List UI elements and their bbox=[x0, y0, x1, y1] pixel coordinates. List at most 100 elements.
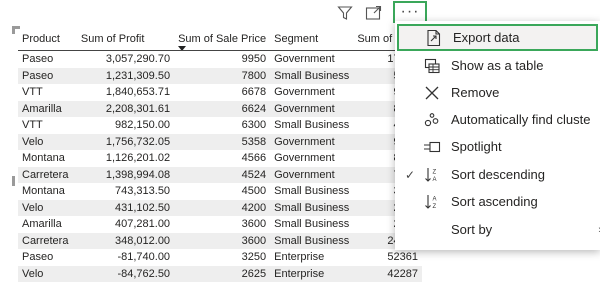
table-row[interactable]: Amarilla2,208,301.616624Government8457 bbox=[18, 100, 422, 117]
cell-product: VTT bbox=[22, 86, 43, 99]
table-row[interactable]: Velo1,756,732.055358Government9263 bbox=[18, 133, 422, 150]
cell-product: Velo bbox=[18, 133, 77, 150]
cell-sum-of-sale-price: 2625 bbox=[174, 265, 271, 282]
cell-sum-of-sale-price: 4524 bbox=[174, 166, 271, 183]
menu-item-sort-by[interactable]: Sort by › bbox=[395, 216, 600, 243]
cell-product: Carretera bbox=[18, 232, 77, 249]
filter-icon[interactable] bbox=[334, 2, 356, 24]
sort-descending-icon: ZA bbox=[423, 166, 441, 184]
menu-item-spotlight[interactable]: Spotlight bbox=[395, 133, 600, 160]
cell-sum-of-profit: 407,281.00 bbox=[115, 218, 171, 231]
table-row[interactable]: Paseo1,231,309.507800Small Business5236 bbox=[18, 67, 422, 84]
table-row[interactable]: Paseo3,057,290.709950Government17721 bbox=[18, 51, 422, 68]
visual-resize-handle[interactable] bbox=[12, 176, 15, 186]
cell-product: Amarilla bbox=[22, 218, 62, 231]
cell-product: Amarilla bbox=[18, 100, 77, 117]
focus-mode-icon[interactable] bbox=[363, 2, 385, 24]
column-header-sum-of-profit[interactable]: Sum of Profit bbox=[76, 28, 175, 51]
menu-item-sort-ascending[interactable]: AZ Sort ascending bbox=[395, 188, 600, 215]
table-row[interactable]: Montana743,313.504500Small Business3020 bbox=[18, 183, 422, 200]
table-row[interactable]: VTT982,150.006300Small Business4228 bbox=[18, 117, 422, 134]
table-row[interactable]: Velo431,102.504200Small Business2818 bbox=[18, 199, 422, 216]
cell-sum-of-ye: 52361 bbox=[387, 251, 418, 264]
cell-segment: Government bbox=[274, 86, 335, 99]
cell-sum-of-profit: 1,126,201.02 bbox=[105, 152, 171, 165]
cell-segment: Government bbox=[274, 53, 335, 66]
svg-text:A: A bbox=[433, 196, 437, 202]
table-row[interactable]: Carretera348,012.003600Small Business241… bbox=[18, 232, 422, 249]
cell-sum-of-profit: 348,012.00 bbox=[76, 232, 175, 249]
menu-item-label: Sort descending bbox=[451, 167, 545, 182]
cell-sum-of-sale-price: 9950 bbox=[241, 53, 267, 66]
table-row[interactable]: Carretera1,398,994.084524Government7249 bbox=[18, 166, 422, 183]
table-row[interactable]: Montana1,126,201.024566Government8457 bbox=[18, 150, 422, 167]
table-row[interactable]: Paseo -81,740.00 3250 Enterprise 52361 bbox=[18, 249, 422, 266]
cell-segment: Government bbox=[270, 133, 354, 150]
cell-sum-of-sale-price: 3600 bbox=[241, 218, 267, 231]
cell-segment: Small Business bbox=[274, 218, 350, 231]
table-container: Product Sum of Profit Sum of Sale Price … bbox=[18, 28, 422, 282]
menu-item-remove[interactable]: Remove bbox=[395, 79, 600, 106]
cell-sum-of-profit: -81,740.00 bbox=[117, 251, 171, 264]
cell-product: Paseo bbox=[22, 251, 54, 264]
cell-sum-of-profit: 982,150.00 bbox=[115, 119, 171, 132]
cell-sum-of-ye: 42287 bbox=[353, 265, 422, 282]
column-header-sum-of-sale-price[interactable]: Sum of Sale Price bbox=[174, 28, 271, 51]
more-options-label: ··· bbox=[400, 3, 420, 20]
menu-item-label: Remove bbox=[451, 85, 500, 100]
cell-segment: Small Business bbox=[270, 67, 354, 84]
cell-sum-of-sale-price: 4566 bbox=[241, 152, 267, 165]
menu-item-label: Spotlight bbox=[451, 139, 502, 154]
cell-sum-of-sale-price: 5358 bbox=[174, 133, 271, 150]
menu-item-show-as-table[interactable]: Show as a table bbox=[395, 52, 600, 79]
cell-product: Paseo bbox=[18, 67, 77, 84]
cell-segment: Small Business bbox=[274, 185, 350, 198]
svg-text:A: A bbox=[433, 177, 437, 183]
table-row[interactable]: VTT1,840,653.716678Government9263 bbox=[18, 84, 422, 101]
column-header-product[interactable]: Product bbox=[18, 28, 77, 51]
cell-sum-of-profit: 1,840,653.71 bbox=[105, 86, 171, 99]
cell-sum-of-sale-price: 3600 bbox=[174, 232, 271, 249]
table-view-icon bbox=[423, 57, 441, 75]
cell-sum-of-sale-price: 6678 bbox=[241, 86, 267, 99]
menu-item-label: Automatically find cluste bbox=[451, 112, 591, 127]
cell-sum-of-profit: -84,762.50 bbox=[76, 265, 175, 282]
cell-sum-of-profit: 431,102.50 bbox=[76, 199, 175, 216]
table-body: Paseo3,057,290.709950Government17721Pase… bbox=[18, 51, 422, 282]
menu-item-find-clusters[interactable]: Automatically find cluste bbox=[395, 106, 600, 133]
cell-sum-of-profit: 3,057,290.70 bbox=[105, 53, 171, 66]
cell-segment: Government bbox=[270, 100, 354, 117]
cell-product: Carretera bbox=[18, 166, 77, 183]
cell-sum-of-sale-price: 6624 bbox=[174, 100, 271, 117]
table-row[interactable]: Amarilla407,281.003600Small Business2416 bbox=[18, 216, 422, 233]
data-table: Product Sum of Profit Sum of Sale Price … bbox=[18, 28, 422, 282]
close-icon bbox=[423, 84, 441, 102]
cell-sum-of-sale-price: 3250 bbox=[241, 251, 267, 264]
cell-product: VTT bbox=[22, 119, 43, 132]
cell-segment: Enterprise bbox=[274, 251, 325, 264]
cell-sum-of-sale-price: 6300 bbox=[241, 119, 267, 132]
cell-segment: Small Business bbox=[270, 232, 354, 249]
more-options-menu: Export data Show as a table Remove Autom… bbox=[395, 21, 600, 250]
menu-item-sort-descending[interactable]: ✓ ZA Sort descending bbox=[395, 161, 600, 188]
more-options-button[interactable]: ··· bbox=[393, 1, 427, 23]
export-icon bbox=[425, 29, 443, 47]
clusters-icon bbox=[423, 111, 441, 129]
cell-sum-of-profit: 2,208,301.61 bbox=[76, 100, 175, 117]
cell-segment: Government bbox=[274, 152, 335, 165]
cell-product: Velo bbox=[18, 265, 77, 282]
cell-sum-of-profit: 1,398,994.08 bbox=[76, 166, 175, 183]
cell-segment: Government bbox=[270, 166, 354, 183]
column-header-segment[interactable]: Segment bbox=[270, 28, 354, 51]
cell-segment: Small Business bbox=[270, 199, 354, 216]
menu-item-label: Sort ascending bbox=[451, 194, 538, 209]
table-visual: Product Sum of Profit Sum of Sale Price … bbox=[12, 24, 422, 300]
cell-sum-of-profit: 1,231,309.50 bbox=[76, 67, 175, 84]
table-row[interactable]: Velo -84,762.50 2625 Enterprise 42287 bbox=[18, 265, 422, 282]
cell-sum-of-sale-price: 7800 bbox=[174, 67, 271, 84]
svg-text:Z: Z bbox=[433, 169, 437, 175]
menu-item-export-data[interactable]: Export data bbox=[397, 24, 598, 51]
sort-descending-indicator-icon bbox=[178, 46, 187, 50]
cell-segment: Enterprise bbox=[270, 265, 354, 282]
spotlight-icon bbox=[423, 138, 441, 156]
